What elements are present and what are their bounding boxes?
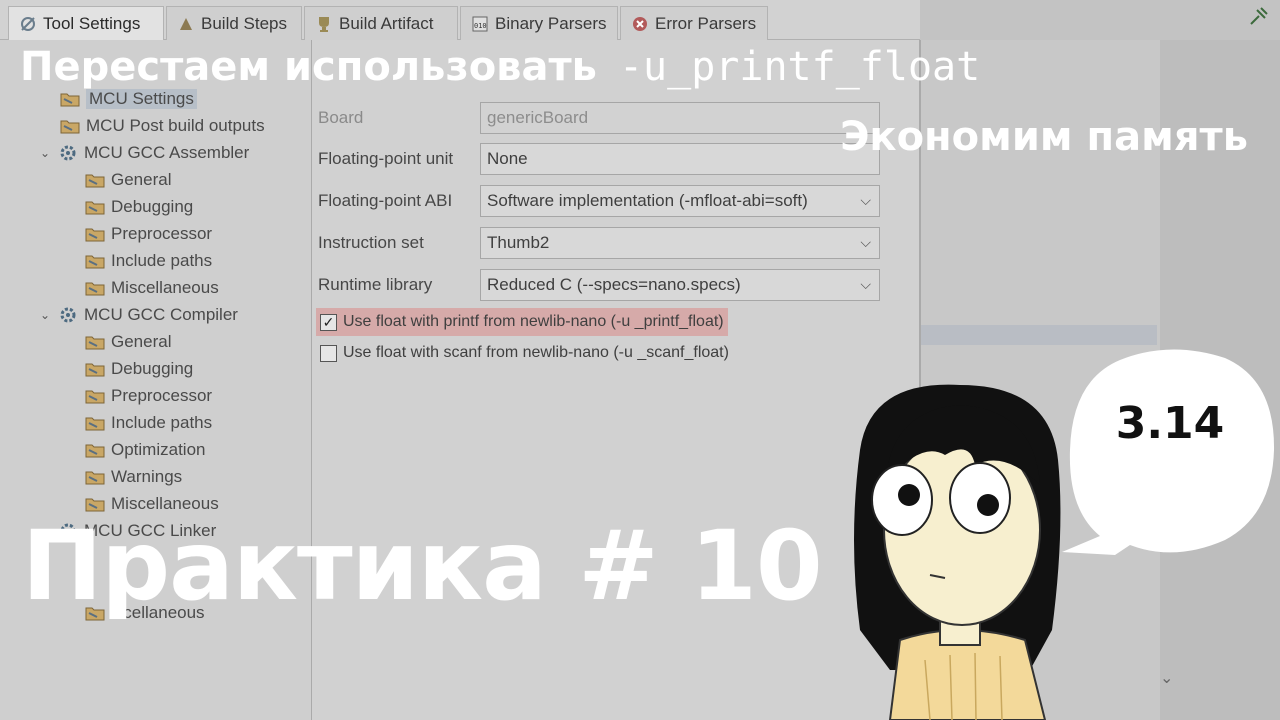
fpu-select[interactable]: None [480, 143, 880, 175]
tree-item-asm-general[interactable]: General [85, 168, 171, 192]
tree-item-cc-general[interactable]: General [85, 330, 171, 354]
error-parsers-icon [631, 15, 649, 33]
folder-icon [60, 120, 80, 134]
chevron-down-icon[interactable]: ⌄ [40, 308, 52, 322]
folder-icon [85, 471, 105, 485]
bubble-text: 3.14 [1115, 398, 1225, 449]
tab-tool-settings[interactable]: Tool Settings [8, 6, 164, 40]
folder-icon [85, 228, 105, 242]
video-subtitle: Экономим память [840, 114, 1248, 160]
folder-icon [85, 282, 105, 296]
folder-icon [85, 255, 105, 269]
scanf-float-checkbox[interactable] [320, 344, 337, 362]
board-field: genericBoard [480, 102, 880, 134]
svg-text:010: 010 [474, 22, 487, 30]
tree-item-cc-include-paths[interactable]: Include paths [85, 411, 212, 435]
tab-binary-parsers[interactable]: 010 Binary Parsers [460, 6, 618, 40]
tree-item-gcc-assembler[interactable]: ⌄ MCU GCC Assembler [40, 141, 249, 165]
runtime-label: Runtime library [318, 275, 433, 294]
tree-item-cc-optimization[interactable]: Optimization [85, 438, 205, 462]
tool-settings-icon [19, 15, 37, 33]
tree-item-asm-preprocessor[interactable]: Preprocessor [85, 222, 212, 246]
folder-icon [85, 174, 105, 188]
board-label: Board [318, 108, 364, 127]
fpu-label: Floating-point unit [318, 149, 454, 168]
folder-icon [85, 363, 105, 377]
tree-item-mcu-post-build[interactable]: MCU Post build outputs [60, 114, 265, 138]
properties-tab-bar: Tool Settings Build Steps Build Artifact… [0, 0, 920, 40]
title-flag-code: -u_printf_float [618, 44, 981, 90]
tree-item-cc-warnings[interactable]: Warnings [85, 465, 182, 489]
tree-item-asm-miscellaneous[interactable]: Miscellaneous [85, 276, 219, 300]
chevron-down-icon[interactable]: ⌄ [40, 146, 52, 160]
folder-icon [85, 444, 105, 458]
tab-build-steps[interactable]: Build Steps [166, 6, 302, 40]
iset-label: Instruction set [318, 233, 424, 252]
speech-bubble [1062, 349, 1275, 555]
tree-item-cc-debugging[interactable]: Debugging [85, 357, 193, 381]
tree-item-cc-preprocessor[interactable]: Preprocessor [85, 384, 212, 408]
scanf-float-option[interactable]: Use float with scanf from newlib-nano (-… [316, 339, 733, 367]
chevron-down-icon: ⌵ [860, 234, 871, 250]
abi-select[interactable]: Software implementation (-mfloat-abi=sof… [480, 185, 880, 217]
tree-item-gcc-compiler[interactable]: ⌄ MCU GCC Compiler [40, 303, 238, 327]
folder-icon [85, 417, 105, 431]
pin-icon[interactable] [1247, 4, 1271, 28]
video-title: Перестаем использовать -u_printf_float [20, 44, 1250, 90]
scroll-down-icon[interactable]: ⌄ [1160, 668, 1173, 687]
build-steps-icon [177, 15, 195, 33]
cartoon-girl-character [854, 384, 1061, 720]
tab-error-parsers[interactable]: Error Parsers [620, 6, 768, 40]
folder-icon [85, 336, 105, 350]
tree-item-mcu-settings[interactable]: MCU Settings [60, 87, 197, 111]
folder-icon [85, 201, 105, 215]
tool-gear-icon [60, 145, 76, 161]
title-text: Перестаем использовать [20, 44, 597, 90]
instruction-set-select[interactable]: Thumb2 ⌵ [480, 227, 880, 259]
binary-parsers-icon: 010 [471, 15, 489, 33]
folder-icon [60, 93, 80, 107]
printf-float-checkbox[interactable]: ✓ [320, 313, 337, 331]
episode-title: Практика # 10 [22, 510, 823, 622]
tree-item-asm-debugging[interactable]: Debugging [85, 195, 193, 219]
chevron-down-icon: ⌵ [860, 276, 871, 292]
build-artifact-icon [315, 15, 333, 33]
tree-item-asm-include-paths[interactable]: Include paths [85, 249, 212, 273]
abi-label: Floating-point ABI [318, 191, 453, 210]
printf-float-option[interactable]: ✓ Use float with printf from newlib-nano… [316, 308, 728, 336]
folder-icon [85, 390, 105, 404]
tool-gear-icon [60, 307, 76, 323]
tab-build-artifact[interactable]: Build Artifact [304, 6, 458, 40]
chevron-down-icon: ⌵ [860, 192, 871, 208]
runtime-library-select[interactable]: Reduced C (--specs=nano.specs) ⌵ [480, 269, 880, 301]
